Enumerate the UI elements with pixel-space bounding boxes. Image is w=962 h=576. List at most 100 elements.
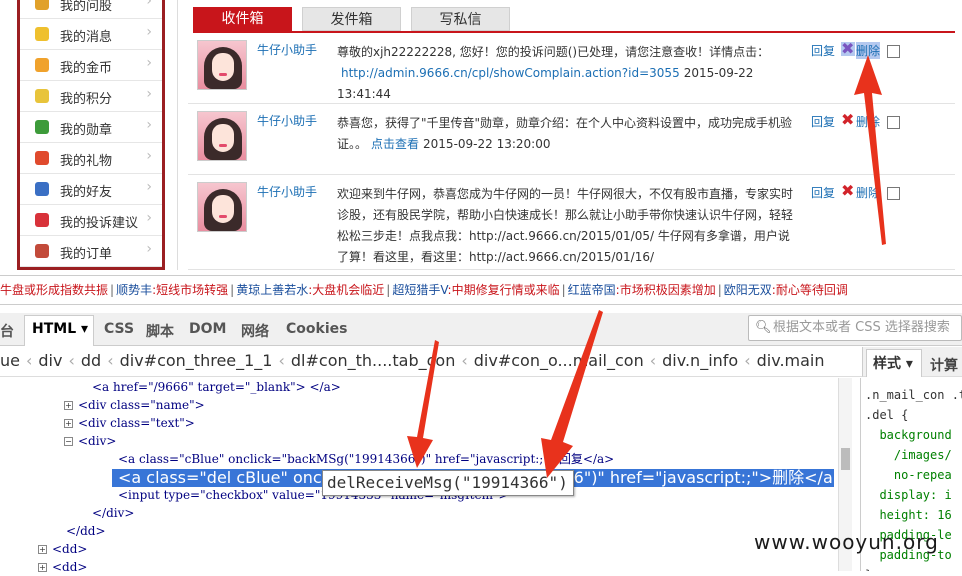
message-body: 尊敬的xjh22222228, 您好！您的投诉问题()已处理，请您注意查收！详情…	[337, 45, 770, 59]
devtools-tab[interactable]: Cookies	[286, 321, 347, 337]
tab-style[interactable]: 样式 ▾	[866, 349, 922, 377]
ticker-author[interactable]: 顺势丰	[116, 283, 152, 297]
sidebar-item[interactable]: 我的消息 ›	[20, 19, 162, 50]
delete-x-icon[interactable]: ✖	[841, 183, 855, 199]
message-checkbox[interactable]	[887, 45, 900, 58]
message-link[interactable]: 点击查看	[371, 137, 419, 151]
chevron-right-icon: ›	[146, 179, 152, 195]
devtools-tab[interactable]: HTML ▾	[32, 321, 88, 337]
delete-link[interactable]: 删除	[856, 113, 880, 130]
sidebar-item-label: 我的订单	[60, 247, 113, 262]
delete-x-icon[interactable]: ✖	[841, 112, 855, 128]
html-node-text: </div>	[92, 506, 135, 520]
ticker-separator: |	[717, 283, 722, 297]
ticker-text[interactable]: 耐心等待回调	[776, 283, 848, 297]
expand-icon[interactable]: +	[64, 401, 73, 410]
search-icon: 🔍︎	[755, 320, 772, 335]
reply-link[interactable]: 回复	[811, 184, 835, 201]
message-icon	[35, 27, 49, 41]
breadcrumb-separator: ‹	[744, 351, 751, 370]
order-icon	[35, 244, 49, 258]
message-checkbox[interactable]	[887, 187, 900, 200]
sidebar-item[interactable]: 我的礼物 ›	[20, 143, 162, 174]
message-text: 欢迎来到牛仔网，恭喜您成为牛仔网的一员！牛仔网很大，不仅有股市直播，专家实时诊股…	[337, 184, 795, 268]
css-rule-line: }	[865, 566, 872, 571]
devtools-tab[interactable]: 网络	[241, 321, 269, 341]
message-checkbox[interactable]	[887, 116, 900, 129]
sidebar-item[interactable]: 我的好友 ›	[20, 174, 162, 205]
ticker-text[interactable]: 中期修复行情或来临	[452, 283, 560, 297]
html-node-line[interactable]: </dd>	[66, 522, 106, 540]
sidebar-item[interactable]: 我的积分 ›	[20, 81, 162, 112]
breadcrumb-item[interactable]: div#con_three_1_1	[120, 351, 273, 370]
breadcrumb-item[interactable]: div#con_o...mail_con	[474, 351, 644, 370]
html-node-line[interactable]: <a class="cBlue" onclick="backMSg("19914…	[118, 450, 614, 468]
breadcrumb-separator: ‹	[68, 351, 75, 370]
tab-computed[interactable]: 计算	[930, 355, 958, 375]
expand-icon[interactable]: +	[64, 419, 73, 428]
message-time: 2015-09-22 13:20:00	[423, 137, 551, 151]
sender-name[interactable]: 牛仔小助手	[257, 41, 317, 58]
sidebar-item-label: 我的积分	[60, 92, 113, 107]
scrollbar-thumb[interactable]	[841, 448, 850, 470]
html-node-line[interactable]: + <div class="text">	[64, 414, 195, 432]
tab-mail[interactable]: 写私信	[411, 7, 510, 31]
chevron-right-icon: ›	[146, 210, 152, 226]
reply-link[interactable]: 回复	[811, 42, 835, 59]
sender-name[interactable]: 牛仔小助手	[257, 112, 317, 129]
ticker-author[interactable]: 黄琼上善若水	[236, 283, 308, 297]
ticker-text[interactable]: 市场积极因素增加	[620, 283, 716, 297]
breadcrumb-item[interactable]: dl#con_th....tab_con	[291, 351, 455, 370]
devtools-tab[interactable]: CSS	[104, 321, 134, 337]
ticker-author[interactable]: 超短猎手V	[392, 283, 447, 297]
breadcrumb-item[interactable]: ue	[0, 351, 20, 370]
breadcrumb-item[interactable]: div.n_info	[662, 351, 738, 370]
html-node-text: </dd>	[66, 524, 106, 538]
sidebar-item[interactable]: 我的问股 ›	[20, 0, 162, 19]
sidebar-item-label: 我的投诉建议	[60, 216, 139, 231]
question-icon	[35, 0, 49, 10]
ticker-author[interactable]: 欧阳无双	[724, 283, 772, 297]
delete-link[interactable]: 删除	[856, 184, 880, 201]
html-node-line[interactable]: <a href="/9666" target="_blank"> </a>	[92, 378, 341, 396]
avatar	[197, 40, 247, 90]
devtools-search-input[interactable]: 🔍︎ 根据文本或者 CSS 选择器搜索	[748, 315, 962, 341]
expand-icon[interactable]: +	[38, 545, 47, 554]
html-node-line[interactable]: + <dd>	[38, 558, 87, 576]
avatar-face	[212, 53, 234, 81]
ticker-text[interactable]: 短线市场转强	[156, 283, 228, 297]
sidebar-item[interactable]: 我的金币 ›	[20, 50, 162, 81]
tab-mail[interactable]: 发件箱	[302, 7, 401, 31]
friends-icon	[35, 182, 49, 196]
message-link[interactable]: http://admin.9666.cn/cpl/showComplain.ac…	[341, 66, 680, 80]
ticker-text[interactable]: 大盘机会临近	[312, 283, 384, 297]
breadcrumb-item[interactable]: dd	[81, 351, 101, 370]
sidebar-item[interactable]: 我的勋章 ›	[20, 112, 162, 143]
html-node-line[interactable]: + <div class="name">	[64, 396, 205, 414]
delete-link[interactable]: 删除	[856, 42, 881, 59]
breadcrumb-item[interactable]: div.main	[757, 351, 825, 370]
ticker-text[interactable]: 牛盘或形成指数共振	[0, 283, 108, 297]
html-node-line[interactable]: + <dd>	[38, 540, 87, 558]
css-rule-line: .n_mail_con .t	[865, 388, 962, 402]
devtools-tab[interactable]: DOM	[189, 321, 226, 337]
html-node-line[interactable]: − <div>	[64, 432, 116, 450]
devtools-tab[interactable]: 台	[0, 321, 14, 341]
html-node-text: <dd>	[52, 560, 88, 574]
ticker-author[interactable]: 红蓝帝国	[568, 283, 616, 297]
html-node-line[interactable]: </div>	[92, 504, 134, 522]
message-item: 牛仔小助手 恭喜您，获得了"千里传音"勋章，勋章介绍：在个人中心资料设置中，成功完…	[188, 104, 955, 175]
tab-mail[interactable]: 收件箱	[193, 7, 292, 31]
breadcrumb-item[interactable]: div	[38, 351, 62, 370]
collapse-icon[interactable]: −	[64, 437, 73, 446]
devtools-tab[interactable]: 脚本	[146, 321, 174, 341]
breadcrumb-separator: ‹	[461, 351, 468, 370]
html-node-text: <div class="name">	[78, 398, 205, 412]
delete-x-icon[interactable]: ✖	[841, 41, 855, 57]
sidebar-item[interactable]: 我的订单 ›	[20, 236, 162, 267]
sender-name[interactable]: 牛仔小助手	[257, 183, 317, 200]
ticker-separator: |	[561, 283, 566, 297]
sidebar-item-label: 我的消息	[60, 30, 113, 45]
reply-link[interactable]: 回复	[811, 113, 835, 130]
sidebar-item[interactable]: 我的投诉建议 ›	[20, 205, 162, 236]
